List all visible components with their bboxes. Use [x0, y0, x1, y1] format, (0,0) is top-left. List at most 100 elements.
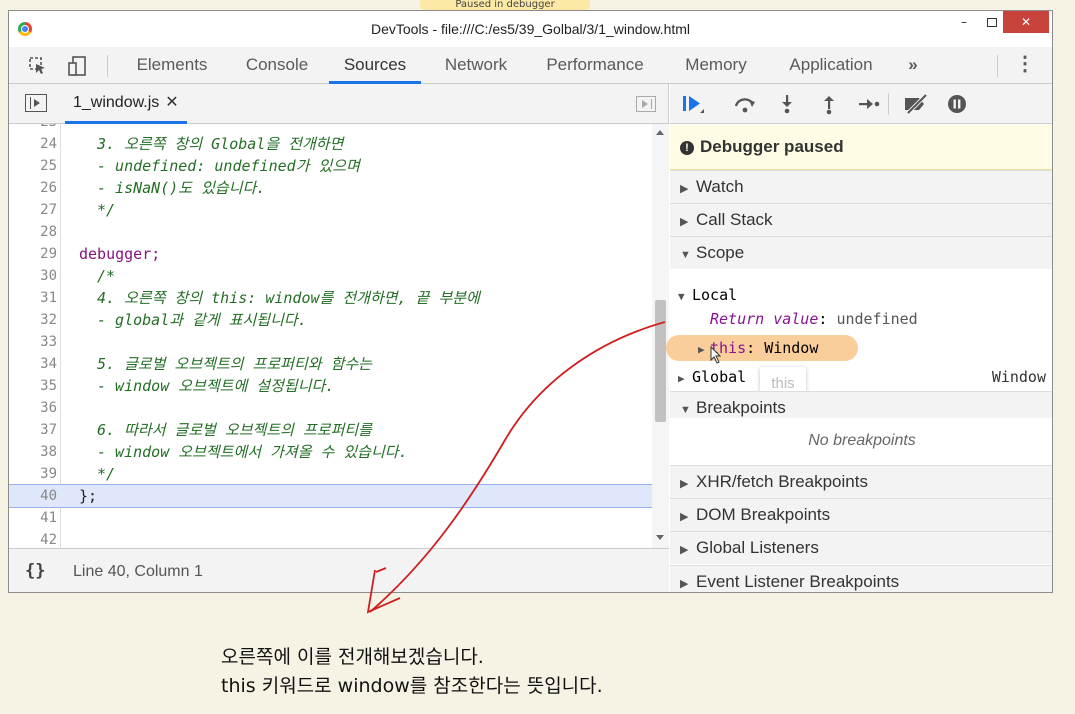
code-line[interactable]: 34 5. 글로벌 오브젝트의 프로퍼티와 함수는 [9, 353, 652, 375]
code-text: */ [97, 465, 116, 483]
line-number[interactable]: 37 [9, 419, 57, 441]
caption-line-1: 오른쪽에 이를 전개해보겠습니다. [221, 646, 484, 668]
code-line[interactable]: 35 - window 오브젝트에 설정됩니다. [9, 375, 652, 397]
code-line[interactable]: 23 [9, 124, 652, 133]
pretty-print-button[interactable]: {} [25, 561, 45, 581]
code-line[interactable]: 31 4. 오른쪽 창의 this: window를 전개하면, 끝 부분에 [9, 287, 652, 309]
cursor-position: Line 40, Column 1 [73, 563, 203, 580]
inspect-element-icon[interactable] [27, 56, 49, 76]
tab-console[interactable]: Console [233, 47, 321, 84]
code-line[interactable]: 29 debugger; [9, 243, 652, 265]
step-out-icon[interactable] [816, 93, 842, 115]
call-stack-section[interactable]: ▶ Call Stack [670, 203, 1052, 236]
line-number[interactable]: 35 [9, 375, 57, 397]
code-line[interactable]: 39 */ [9, 463, 652, 485]
line-number[interactable]: 28 [9, 221, 57, 243]
line-number[interactable]: 32 [9, 309, 57, 331]
return-value-value: undefined [836, 310, 918, 328]
line-number[interactable]: 38 [9, 441, 57, 463]
debugger-controls [670, 84, 1052, 124]
line-number[interactable]: 25 [9, 155, 57, 177]
step-into-icon[interactable] [774, 93, 800, 115]
expand-arrow-icon: ▶ [698, 343, 705, 356]
line-number[interactable]: 42 [9, 529, 57, 548]
maximize-icon [987, 18, 997, 27]
code-editor[interactable]: 2324 3. 오른쪽 창의 Global을 전개하면 25 - undefined:… [9, 124, 669, 548]
resume-button[interactable] [680, 93, 706, 115]
code-text: - global과 같게 표시됩니다. [97, 311, 307, 329]
watch-section[interactable]: ▶ Watch [670, 170, 1052, 203]
code-line[interactable]: 38 - window 오브젝트에서 가져올 수 있습니다. [9, 441, 652, 463]
code-line[interactable]: 40}; [9, 484, 653, 508]
code-line[interactable]: 33 [9, 331, 652, 353]
deactivate-breakpoints-icon[interactable] [902, 93, 928, 115]
collapse-arrow-icon: ▼ [680, 249, 691, 261]
line-number[interactable]: 33 [9, 331, 57, 353]
code-line[interactable]: 30 /* [9, 265, 652, 287]
line-number[interactable]: 27 [9, 199, 57, 221]
controls-divider [888, 93, 889, 115]
line-number[interactable]: 39 [9, 463, 57, 485]
global-listeners-section[interactable]: ▶ Global Listeners [670, 531, 1052, 564]
tab-network[interactable]: Network [433, 47, 519, 84]
code-line[interactable]: 36 [9, 397, 652, 419]
editor-scrollbar[interactable] [652, 124, 669, 548]
maximize-button[interactable] [979, 11, 1005, 33]
line-number[interactable]: 40 [9, 485, 57, 507]
code-line[interactable]: 26 - isNaN()도 있습니다. [9, 177, 652, 199]
line-number[interactable]: 24 [9, 133, 57, 155]
devtools-window: DevTools - file:///C:/es5/39_Golbal/3/1_… [8, 10, 1053, 593]
device-toolbar-icon[interactable] [67, 56, 89, 76]
toolbar-divider [997, 55, 998, 77]
code-line[interactable]: 41 [9, 507, 652, 529]
code-line[interactable]: 25 - undefined: undefined가 있으며 [9, 155, 652, 177]
code-line[interactable]: 27 */ [9, 199, 652, 221]
xhr-breakpoints-section[interactable]: ▶ XHR/fetch Breakpoints [670, 465, 1052, 498]
global-listeners-label: Global Listeners [696, 538, 819, 557]
dom-breakpoints-section[interactable]: ▶ DOM Breakpoints [670, 498, 1052, 531]
tab-application[interactable]: Application [775, 47, 887, 84]
toggle-navigator-icon[interactable] [25, 94, 47, 112]
step-icon[interactable] [856, 93, 882, 115]
customize-menu-button[interactable]: ⋮ [1015, 47, 1035, 84]
scroll-thumb[interactable] [655, 300, 666, 422]
file-tab-label: 1_window.js [73, 94, 160, 111]
paused-in-debugger-banner: Paused in debugger [420, 0, 590, 10]
line-number[interactable]: 23 [9, 124, 57, 133]
line-number[interactable]: 31 [9, 287, 57, 309]
line-number[interactable]: 30 [9, 265, 57, 287]
code-text: debugger; [79, 245, 161, 263]
line-number[interactable]: 29 [9, 243, 57, 265]
code-line[interactable]: 28 [9, 221, 652, 243]
scope-global-row[interactable]: ▶ Global Window [670, 365, 1052, 389]
subtitle-caption: 오른쪽에 이를 전개해보겠습니다. this 키워드로 window를 참조한다… [221, 643, 603, 701]
pause-on-exceptions-icon[interactable] [944, 93, 970, 115]
tab-sources[interactable]: Sources [329, 47, 421, 84]
close-window-button[interactable]: ✕ [1003, 11, 1049, 33]
code-line[interactable]: 42 [9, 529, 652, 548]
line-number[interactable]: 41 [9, 507, 57, 529]
close-file-icon[interactable]: ✕ [165, 94, 178, 111]
xhr-label: XHR/fetch Breakpoints [696, 472, 868, 491]
event-listener-breakpoints-section[interactable]: ▶ Event Listener Breakpoints [670, 565, 1052, 592]
watch-label: Watch [696, 177, 744, 196]
tab-elements[interactable]: Elements [125, 47, 219, 84]
code-line[interactable]: 37 6. 따라서 글로벌 오브젝트의 프로퍼티를 [9, 419, 652, 441]
scope-local-row[interactable]: ▼ Local [670, 283, 1052, 307]
line-number[interactable]: 34 [9, 353, 57, 375]
scope-section[interactable]: ▼ Scope [670, 236, 1052, 269]
line-number[interactable]: 36 [9, 397, 57, 419]
this-row[interactable]: ▶ this: Window [670, 336, 1052, 360]
minimize-button[interactable]: – [951, 11, 977, 33]
step-over-icon[interactable] [732, 93, 758, 115]
scroll-up-arrow-icon[interactable] [656, 130, 664, 135]
file-tab[interactable]: 1_window.js ✕ [65, 84, 187, 124]
code-line[interactable]: 32 - global과 같게 표시됩니다. [9, 309, 652, 331]
code-line[interactable]: 24 3. 오른쪽 창의 Global을 전개하면 [9, 133, 652, 155]
line-number[interactable]: 26 [9, 177, 57, 199]
toggle-debugger-icon[interactable] [636, 96, 656, 112]
scroll-down-arrow-icon[interactable] [656, 535, 664, 540]
more-tabs-button[interactable]: » [901, 47, 925, 84]
tab-memory[interactable]: Memory [673, 47, 759, 84]
tab-performance[interactable]: Performance [537, 47, 653, 84]
